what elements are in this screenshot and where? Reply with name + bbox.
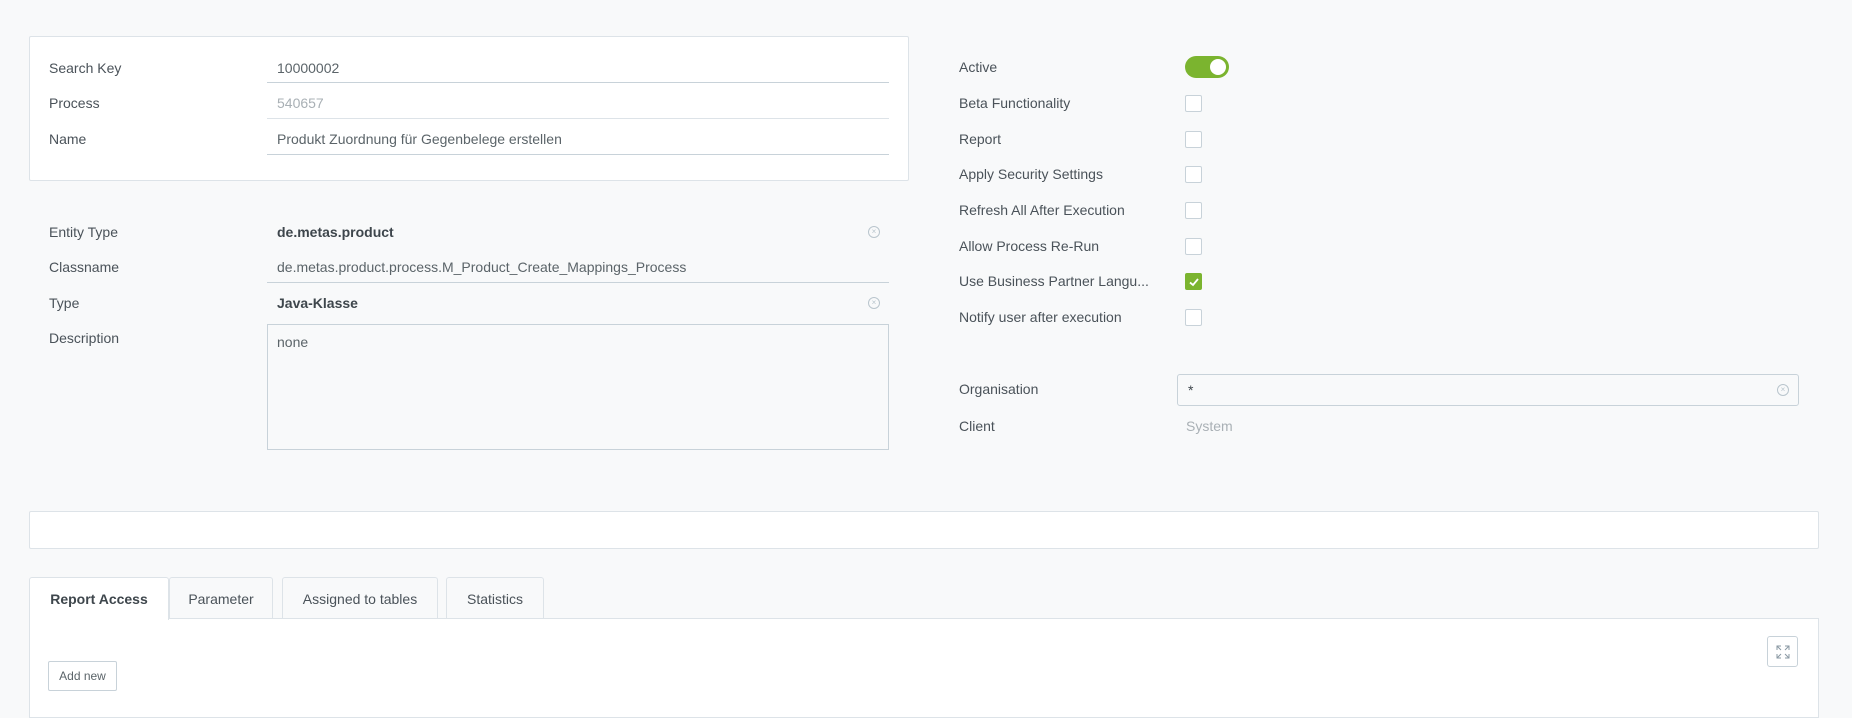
report-label: Report bbox=[959, 131, 1002, 147]
entity-type-label: Entity Type bbox=[49, 224, 119, 240]
check-icon bbox=[1189, 278, 1199, 287]
tab-report-access[interactable]: Report Access bbox=[29, 577, 169, 620]
type-field[interactable]: Java-Klasse bbox=[277, 295, 358, 311]
notify-user-checkbox[interactable] bbox=[1185, 309, 1202, 326]
clear-icon[interactable]: × bbox=[868, 226, 880, 238]
tab-statistics[interactable]: Statistics bbox=[446, 577, 544, 619]
process-label: Process bbox=[49, 95, 100, 111]
toggle-knob bbox=[1210, 59, 1226, 75]
name-underline bbox=[267, 154, 889, 155]
search-key-label: Search Key bbox=[49, 60, 122, 76]
organisation-label: Organisation bbox=[959, 381, 1039, 397]
organisation-input[interactable]: * × bbox=[1177, 374, 1799, 406]
search-key-underline bbox=[267, 82, 889, 83]
tab-assigned-to-tables[interactable]: Assigned to tables bbox=[282, 577, 438, 619]
search-key-field[interactable]: 10000002 bbox=[277, 60, 339, 76]
empty-section-bar bbox=[29, 511, 1819, 549]
name-field[interactable]: Produkt Zuordnung für Gegenbelege erstel… bbox=[277, 131, 562, 147]
client-label: Client bbox=[959, 418, 995, 434]
classname-field[interactable]: de.metas.product.process.M_Product_Creat… bbox=[277, 259, 686, 275]
beta-functionality-checkbox[interactable] bbox=[1185, 95, 1202, 112]
description-textarea[interactable]: none bbox=[267, 324, 889, 450]
process-underline bbox=[267, 118, 889, 119]
description-label: Description bbox=[49, 330, 120, 346]
tab-label: Assigned to tables bbox=[302, 590, 418, 607]
allow-rerun-checkbox[interactable] bbox=[1185, 238, 1202, 255]
expand-icon bbox=[1776, 645, 1790, 659]
add-new-button[interactable]: Add new bbox=[48, 661, 117, 691]
name-label: Name bbox=[49, 131, 87, 147]
use-bp-language-checkbox[interactable] bbox=[1185, 273, 1202, 290]
clear-icon[interactable]: × bbox=[868, 297, 880, 309]
apply-security-settings-label: Apply Security Settings bbox=[959, 166, 1103, 182]
apply-security-settings-checkbox[interactable] bbox=[1185, 166, 1202, 183]
tab-label: Parameter bbox=[188, 590, 254, 607]
notify-user-label: Notify user after execution bbox=[959, 309, 1122, 325]
active-label: Active bbox=[959, 59, 998, 75]
tab-label: Report Access bbox=[50, 591, 148, 607]
clear-icon[interactable]: × bbox=[1777, 384, 1789, 396]
classname-underline bbox=[267, 282, 889, 283]
tab-label: Statistics bbox=[466, 590, 523, 607]
expand-button[interactable] bbox=[1767, 636, 1798, 667]
allow-rerun-label: Allow Process Re-Run bbox=[959, 238, 1100, 254]
process-field: 540657 bbox=[277, 95, 324, 111]
report-checkbox[interactable] bbox=[1185, 131, 1202, 148]
refresh-all-label: Refresh All After Execution bbox=[959, 202, 1125, 218]
active-toggle[interactable] bbox=[1185, 56, 1229, 78]
type-label: Type bbox=[49, 295, 80, 311]
tab-parameter[interactable]: Parameter bbox=[169, 577, 273, 619]
organisation-value: * bbox=[1188, 382, 1194, 398]
main-fields-card bbox=[29, 36, 909, 181]
entity-type-field[interactable]: de.metas.product bbox=[277, 224, 394, 240]
client-value: System bbox=[1186, 418, 1233, 434]
refresh-all-checkbox[interactable] bbox=[1185, 202, 1202, 219]
tab-panel bbox=[29, 618, 1819, 718]
classname-label: Classname bbox=[49, 259, 120, 275]
beta-functionality-label: Beta Functionality bbox=[959, 95, 1071, 111]
use-bp-language-label: Use Business Partner Langu... bbox=[959, 273, 1149, 289]
